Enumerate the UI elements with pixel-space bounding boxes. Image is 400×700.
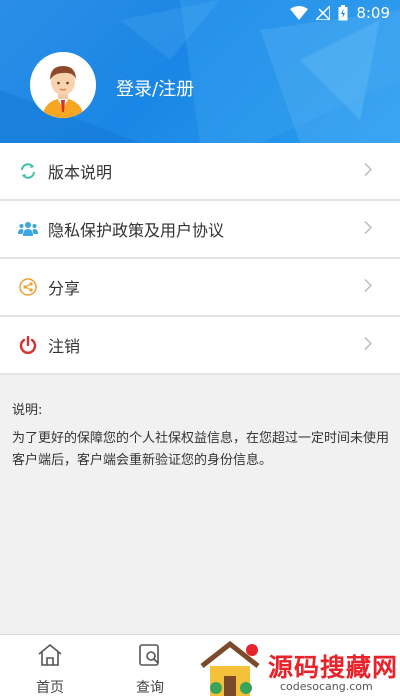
avatar[interactable] xyxy=(30,52,96,118)
menu-label: 版本说明 xyxy=(48,163,113,182)
watermark-title: 源码搜藏网 xyxy=(268,653,399,682)
refresh-icon xyxy=(18,161,38,181)
menu-label: 分享 xyxy=(48,279,81,298)
chevron-right-icon xyxy=(364,278,373,297)
signal-icon xyxy=(316,6,331,20)
user-avatar-icon xyxy=(30,52,96,118)
share-icon xyxy=(18,277,38,297)
chevron-right-icon xyxy=(364,336,373,355)
profile-header: 8:09 登录/注册 xyxy=(0,0,400,143)
home-icon xyxy=(37,643,63,671)
wifi-icon xyxy=(290,6,309,20)
menu-item-version[interactable]: 版本说明 xyxy=(0,143,400,201)
users-icon xyxy=(18,219,38,239)
watermark-logo: 源码搜藏网 codesocang.com xyxy=(196,636,400,700)
house-logo-icon xyxy=(200,640,260,696)
tab-query[interactable]: 查询 xyxy=(100,635,200,700)
menu-item-privacy[interactable]: 隐私保护政策及用户协议 xyxy=(0,201,400,259)
chevron-right-icon xyxy=(364,162,373,181)
note-title: 说明: xyxy=(12,403,43,418)
menu-item-share[interactable]: 分享 xyxy=(0,259,400,317)
menu-label: 隐私保护政策及用户协议 xyxy=(48,221,225,240)
settings-menu: 版本说明 隐私保护政策及用户协议 分享 注销 xyxy=(0,143,400,375)
tab-label: 查询 xyxy=(136,680,164,696)
status-time: 8:09 xyxy=(356,4,390,22)
note-body: 为了更好的保障您的个人社保权益信息，在您超过一定时间未使用客户端后，客户端会重新… xyxy=(12,431,390,468)
watermark-url: codesocang.com xyxy=(280,680,373,693)
menu-item-logout[interactable]: 注销 xyxy=(0,317,400,375)
battery-icon xyxy=(338,5,348,21)
search-doc-icon xyxy=(137,643,163,671)
menu-label: 注销 xyxy=(48,337,81,356)
tab-label: 首页 xyxy=(36,680,64,696)
chevron-right-icon xyxy=(364,220,373,239)
tab-home[interactable]: 首页 xyxy=(0,635,100,700)
status-bar: 8:09 xyxy=(0,0,400,26)
info-note: 说明: 为了更好的保障您的个人社保权益信息，在您超过一定时间未使用客户端后，客户… xyxy=(12,400,392,472)
login-register-link[interactable]: 登录/注册 xyxy=(116,75,194,101)
power-icon xyxy=(18,335,38,355)
